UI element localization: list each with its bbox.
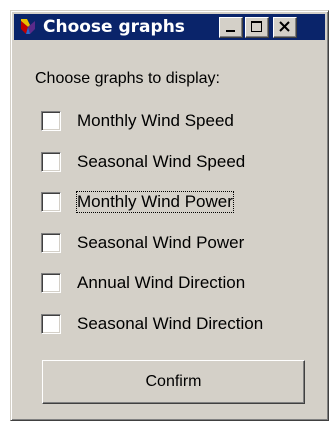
app-icon[interactable] xyxy=(18,17,38,37)
checkbox[interactable] xyxy=(41,192,61,212)
minimize-icon xyxy=(226,30,235,32)
maximize-button[interactable] xyxy=(245,17,269,38)
close-button[interactable] xyxy=(273,17,297,38)
option-seasonal-wind-direction[interactable]: Seasonal Wind Direction xyxy=(41,311,321,337)
close-icon xyxy=(279,21,290,32)
option-label[interactable]: Monthly Wind Speed xyxy=(77,111,234,131)
option-monthly-wind-speed[interactable]: Monthly Wind Speed xyxy=(41,108,321,134)
option-monthly-wind-power[interactable]: Monthly Wind Power xyxy=(41,189,321,215)
checkbox[interactable] xyxy=(41,152,61,172)
checkbox[interactable] xyxy=(41,314,61,334)
option-annual-wind-direction[interactable]: Annual Wind Direction xyxy=(41,270,321,296)
option-label[interactable]: Annual Wind Direction xyxy=(77,273,245,293)
maximize-icon xyxy=(251,21,262,32)
choose-graphs-window: Choose graphs Choose graphs to display: … xyxy=(10,10,329,421)
checkbox[interactable] xyxy=(41,233,61,253)
title-bar[interactable]: Choose graphs xyxy=(14,14,325,40)
option-seasonal-wind-speed[interactable]: Seasonal Wind Speed xyxy=(41,149,321,175)
window-title: Choose graphs xyxy=(43,17,185,37)
confirm-button[interactable]: Confirm xyxy=(42,360,305,404)
option-seasonal-wind-power[interactable]: Seasonal Wind Power xyxy=(41,230,321,256)
option-label[interactable]: Seasonal Wind Power xyxy=(77,233,244,253)
minimize-button[interactable] xyxy=(219,17,243,38)
checkbox[interactable] xyxy=(41,111,61,131)
option-label[interactable]: Monthly Wind Power xyxy=(76,191,234,213)
option-label[interactable]: Seasonal Wind Speed xyxy=(77,152,245,172)
option-label[interactable]: Seasonal Wind Direction xyxy=(77,314,263,334)
checkbox[interactable] xyxy=(41,273,61,293)
prompt-label: Choose graphs to display: xyxy=(35,70,220,87)
